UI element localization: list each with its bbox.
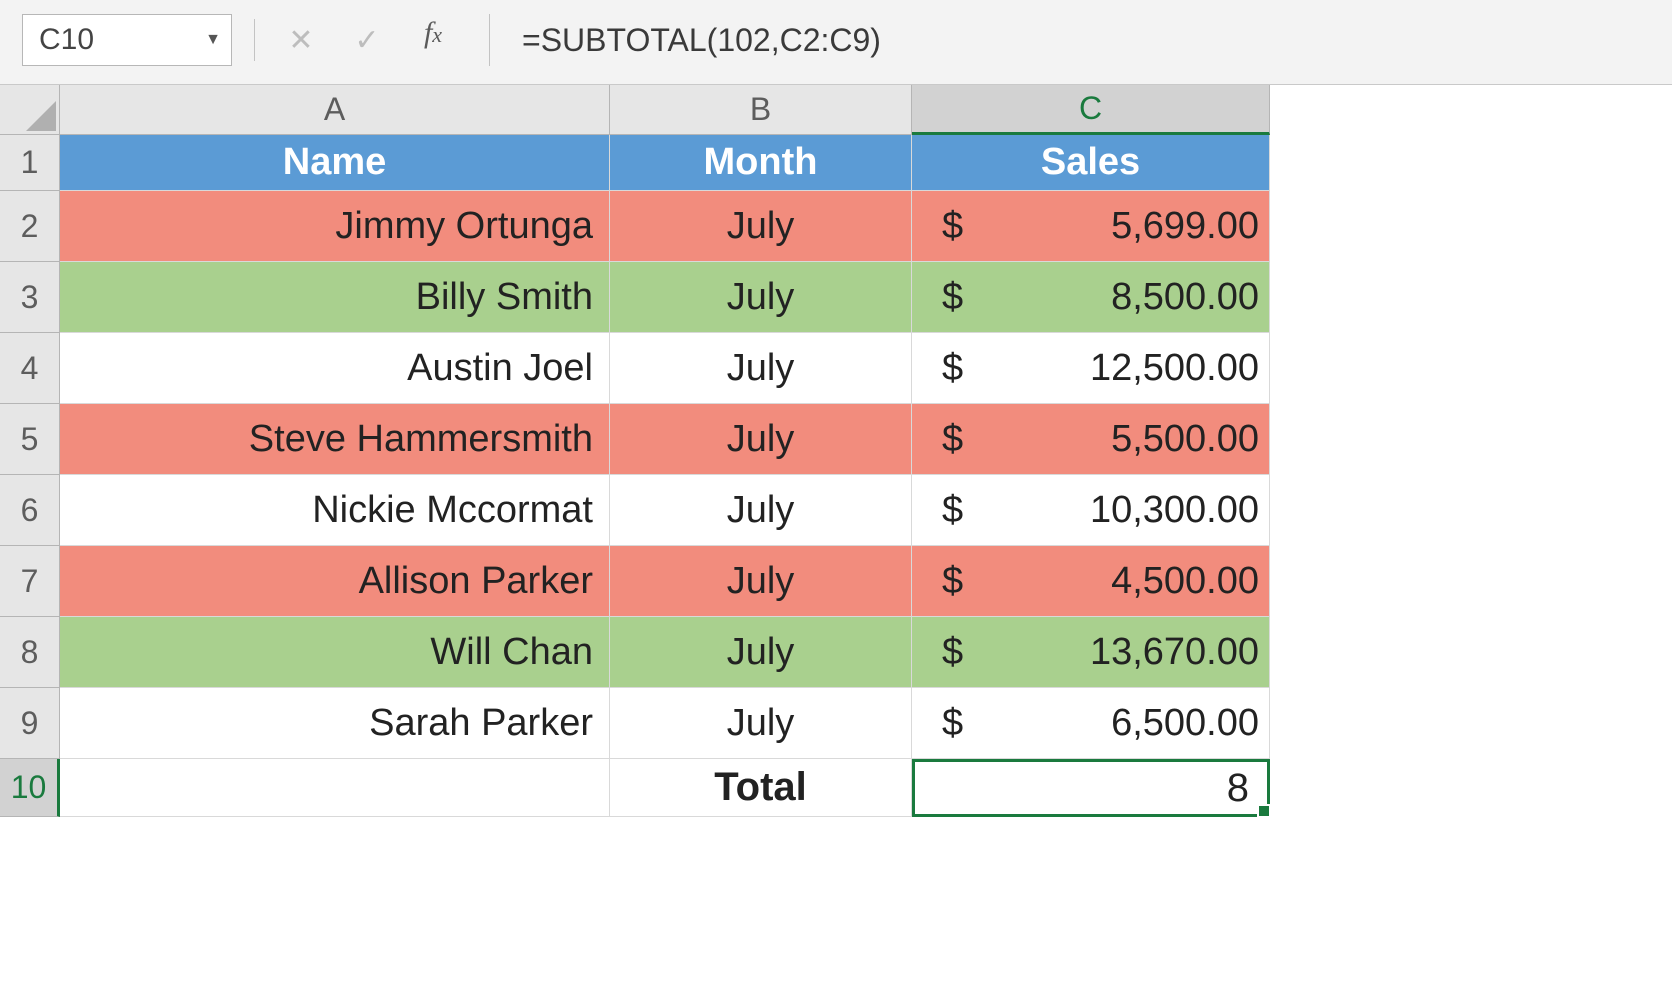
cell-name[interactable]: Allison Parker xyxy=(60,546,610,617)
cell-month[interactable]: July xyxy=(610,546,912,617)
cell-month[interactable]: July xyxy=(610,191,912,262)
cell-month[interactable]: July xyxy=(610,262,912,333)
column-header-C[interactable]: C xyxy=(912,85,1270,135)
cell-sales[interactable]: $5,500.00 xyxy=(912,404,1270,475)
row-header[interactable]: 9 xyxy=(0,688,60,759)
row-header[interactable]: 2 xyxy=(0,191,60,262)
row-header[interactable]: 3 xyxy=(0,262,60,333)
row-header[interactable]: 5 xyxy=(0,404,60,475)
cell-name[interactable]: Austin Joel xyxy=(60,333,610,404)
worksheet-grid: A B C 1 Name Month Sales 2 Jimmy Ortunga… xyxy=(0,85,1672,817)
confirm-edit-icon: ✓ xyxy=(343,16,391,64)
cell-name[interactable]: Jimmy Ortunga xyxy=(60,191,610,262)
cell-month[interactable]: July xyxy=(610,333,912,404)
formula-bar: C10 ▼ ✕ ✓ fx =SUBTOTAL(102,C2:C9) xyxy=(0,0,1672,85)
cell-name[interactable]: Nickie Mccormat xyxy=(60,475,610,546)
cell-sales[interactable]: $8,500.00 xyxy=(912,262,1270,333)
row-header[interactable]: 8 xyxy=(0,617,60,688)
cell-month[interactable]: July xyxy=(610,404,912,475)
cell-sales[interactable]: $12,500.00 xyxy=(912,333,1270,404)
cell-sales[interactable]: $4,500.00 xyxy=(912,546,1270,617)
row-header[interactable]: 7 xyxy=(0,546,60,617)
cell-empty[interactable] xyxy=(60,759,610,817)
column-header-A[interactable]: A xyxy=(60,85,610,135)
name-box-value: C10 xyxy=(39,23,94,57)
row-header-1[interactable]: 1 xyxy=(0,135,60,191)
divider xyxy=(489,14,490,66)
cell-total-value[interactable]: 8 xyxy=(912,759,1270,817)
cell-month[interactable]: July xyxy=(610,688,912,759)
row-header[interactable]: 4 xyxy=(0,333,60,404)
column-header-B[interactable]: B xyxy=(610,85,912,135)
row-header[interactable]: 6 xyxy=(0,475,60,546)
cell-sales[interactable]: $5,699.00 xyxy=(912,191,1270,262)
cancel-edit-icon: ✕ xyxy=(277,16,325,64)
divider xyxy=(254,19,255,61)
header-month[interactable]: Month xyxy=(610,135,912,191)
formula-input[interactable]: =SUBTOTAL(102,C2:C9) xyxy=(518,14,1650,66)
cell-total-label[interactable]: Total xyxy=(610,759,912,817)
header-sales[interactable]: Sales xyxy=(912,135,1270,191)
row-header-10[interactable]: 10 xyxy=(0,759,60,817)
name-box[interactable]: C10 ▼ xyxy=(22,14,232,66)
cell-sales[interactable]: $13,670.00 xyxy=(912,617,1270,688)
cell-sales[interactable]: $10,300.00 xyxy=(912,475,1270,546)
cell-sales[interactable]: $6,500.00 xyxy=(912,688,1270,759)
select-all-triangle[interactable] xyxy=(0,85,60,135)
cell-name[interactable]: Steve Hammersmith xyxy=(60,404,610,475)
insert-function-icon[interactable]: fx xyxy=(409,16,457,64)
cell-month[interactable]: July xyxy=(610,617,912,688)
header-name[interactable]: Name xyxy=(60,135,610,191)
cell-name[interactable]: Billy Smith xyxy=(60,262,610,333)
name-box-dropdown-icon[interactable]: ▼ xyxy=(205,31,221,49)
cell-name[interactable]: Will Chan xyxy=(60,617,610,688)
cell-name[interactable]: Sarah Parker xyxy=(60,688,610,759)
formula-text: =SUBTOTAL(102,C2:C9) xyxy=(522,22,881,59)
cell-month[interactable]: July xyxy=(610,475,912,546)
